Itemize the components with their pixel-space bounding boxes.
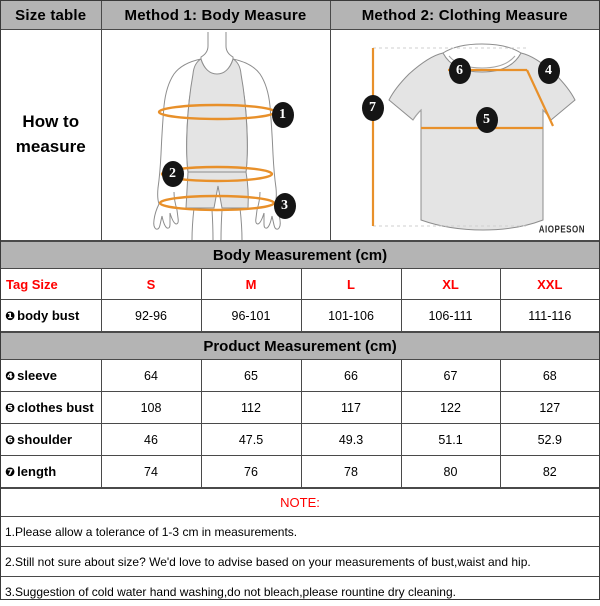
illustration-table: Size table Method 1: Body Measure Method… — [1, 1, 599, 241]
note-row: 3.Suggestion of cold water hand washing,… — [1, 577, 599, 606]
column-header-s: S — [101, 269, 201, 300]
callout-4: 4 — [538, 58, 560, 84]
cell-length-m: 76 — [201, 456, 301, 488]
how-to-measure-cell: How to measure — [1, 30, 101, 241]
column-header-xxl: XXL — [500, 269, 599, 300]
column-header-tag-size: Tag Size — [1, 269, 101, 300]
cell-clothes-bust-xxl: 127 — [500, 392, 599, 424]
row-label-text: length — [17, 464, 56, 479]
number-5-icon: ❺ — [5, 401, 15, 415]
cell-sleeve-xxl: 68 — [500, 360, 599, 392]
cell-shoulder-s: 46 — [101, 424, 201, 456]
callout-3: 3 — [274, 193, 296, 219]
cell-body-bust-xxl: 111-116 — [500, 300, 599, 332]
cell-sleeve-m: 65 — [201, 360, 301, 392]
product-measurement-title: Product Measurement (cm) — [1, 333, 599, 360]
cell-shoulder-xl: 51.1 — [401, 424, 500, 456]
callout-2: 2 — [162, 161, 184, 187]
cell-clothes-bust-xl: 122 — [401, 392, 500, 424]
cell-clothes-bust-m: 112 — [201, 392, 301, 424]
header-method-1: Method 1: Body Measure — [101, 1, 330, 30]
column-header-m: M — [201, 269, 301, 300]
cell-length-xl: 80 — [401, 456, 500, 488]
row-label-length: ❼length — [1, 456, 101, 488]
row-label-text: body bust — [17, 308, 79, 323]
cell-clothes-bust-l: 117 — [301, 392, 401, 424]
header-size-table: Size table — [1, 1, 101, 30]
cell-clothes-bust-s: 108 — [101, 392, 201, 424]
body-measurement-title: Body Measurement (cm) — [1, 242, 599, 269]
note-table: NOTE: 1.Please allow a tolerance of 1-3 … — [1, 488, 599, 606]
table-row: ❼length 74 76 78 80 82 — [1, 456, 599, 488]
size-header-row: Tag Size S M L XL XXL — [1, 269, 599, 300]
header-method-2: Method 2: Clothing Measure — [330, 1, 599, 30]
body-measure-figure-cell: 1 2 3 — [101, 30, 330, 241]
brand-watermark: AIOPESON — [539, 224, 585, 235]
header-row: Size table Method 1: Body Measure Method… — [1, 1, 599, 30]
cell-sleeve-s: 64 — [101, 360, 201, 392]
cell-length-xxl: 82 — [500, 456, 599, 488]
cell-body-bust-xl: 106-111 — [401, 300, 500, 332]
body-measurement-banner: Body Measurement (cm) — [1, 242, 599, 269]
callout-1: 1 — [272, 102, 294, 128]
callout-5: 5 — [476, 107, 498, 133]
row-label-text: sleeve — [17, 368, 57, 383]
illustration-row: How to measure — [1, 30, 599, 241]
row-label-text: shoulder — [17, 432, 72, 447]
table-row: ❹sleeve 64 65 66 67 68 — [1, 360, 599, 392]
cell-body-bust-m: 96-101 — [201, 300, 301, 332]
cell-length-s: 74 — [101, 456, 201, 488]
callout-7: 7 — [362, 95, 384, 121]
number-7-icon: ❼ — [5, 465, 15, 479]
tank-top-shape — [186, 59, 247, 172]
table-row: ❶body bust 92-96 96-101 101-106 106-111 … — [1, 300, 599, 332]
row-label-sleeve: ❹sleeve — [1, 360, 101, 392]
number-6-icon: ❻ — [5, 433, 15, 447]
note-title: NOTE: — [1, 489, 599, 517]
body-figure: 1 2 3 — [102, 30, 330, 240]
size-chart-sheet: Size table Method 1: Body Measure Method… — [0, 0, 600, 600]
table-row: ❻shoulder 46 47.5 49.3 51.1 52.9 — [1, 424, 599, 456]
row-label-shoulder: ❻shoulder — [1, 424, 101, 456]
how-to-measure-line-1: How to — [1, 110, 101, 135]
cell-shoulder-m: 47.5 — [201, 424, 301, 456]
cell-body-bust-s: 92-96 — [101, 300, 201, 332]
shorts-shape — [186, 172, 248, 208]
row-label-body-bust: ❶body bust — [1, 300, 101, 332]
cell-sleeve-l: 66 — [301, 360, 401, 392]
note-line-2: 2.Still not sure about size? We'd love t… — [1, 547, 599, 577]
clothing-figure: 4 5 6 7 AIOPESON — [331, 30, 600, 240]
row-label-text: clothes bust — [17, 400, 94, 415]
note-line-3: 3.Suggestion of cold water hand washing,… — [1, 577, 599, 606]
number-4-icon: ❹ — [5, 369, 15, 383]
row-label-clothes-bust: ❺clothes bust — [1, 392, 101, 424]
cell-length-l: 78 — [301, 456, 401, 488]
table-row: ❺clothes bust 108 112 117 122 127 — [1, 392, 599, 424]
how-to-measure-line-2: measure — [1, 135, 101, 160]
column-header-l: L — [301, 269, 401, 300]
cell-sleeve-xl: 67 — [401, 360, 500, 392]
note-title-row: NOTE: — [1, 489, 599, 517]
cell-shoulder-l: 49.3 — [301, 424, 401, 456]
clothing-measure-figure-cell: 4 5 6 7 AIOPESON — [330, 30, 599, 241]
product-measurement-table: Product Measurement (cm) ❹sleeve 64 65 6… — [1, 332, 599, 488]
product-measurement-banner: Product Measurement (cm) — [1, 333, 599, 360]
note-row: 1.Please allow a tolerance of 1-3 cm in … — [1, 517, 599, 547]
note-row: 2.Still not sure about size? We'd love t… — [1, 547, 599, 577]
body-measurement-table: Body Measurement (cm) Tag Size S M L XL … — [1, 241, 599, 332]
column-header-xl: XL — [401, 269, 500, 300]
note-line-1: 1.Please allow a tolerance of 1-3 cm in … — [1, 517, 599, 547]
callout-6: 6 — [449, 58, 471, 84]
body-figure-svg — [102, 30, 331, 240]
cell-body-bust-l: 101-106 — [301, 300, 401, 332]
number-1-icon: ❶ — [5, 309, 15, 323]
cell-shoulder-xxl: 52.9 — [500, 424, 599, 456]
